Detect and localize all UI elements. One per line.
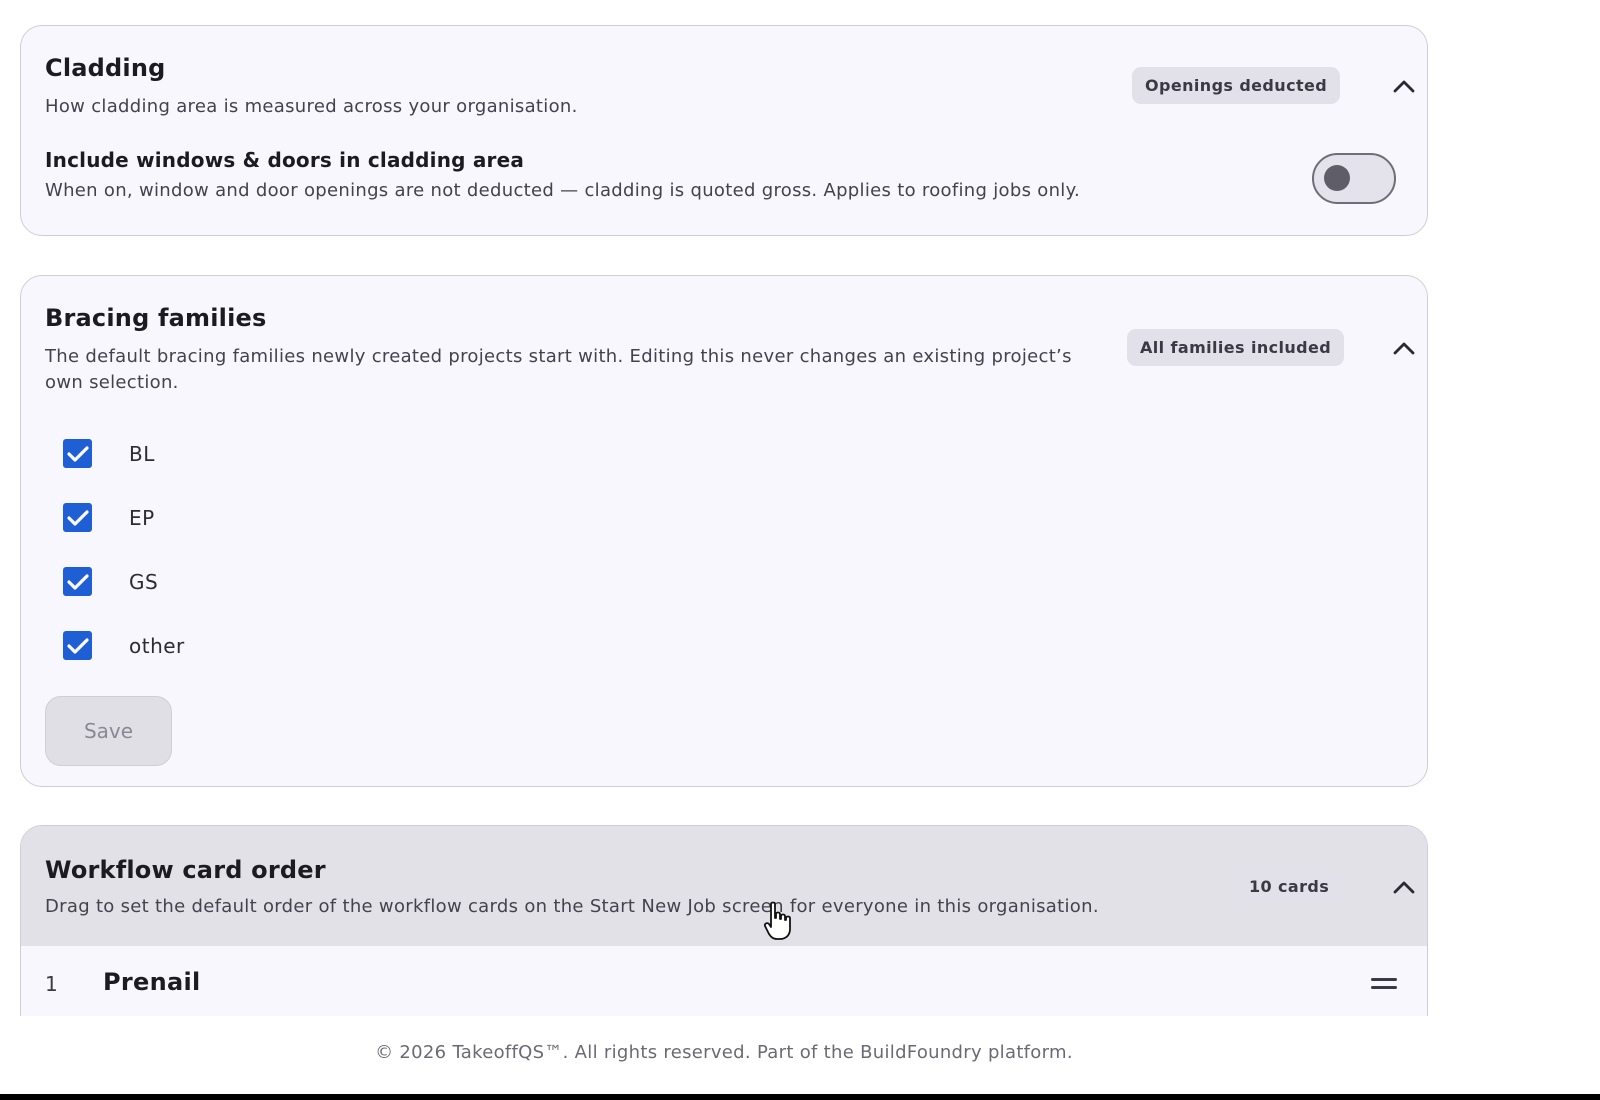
family-label: GS xyxy=(129,569,159,594)
include-openings-label: Include windows & doors in cladding area xyxy=(45,148,525,172)
checkbox-checked-icon[interactable] xyxy=(63,439,92,468)
family-checkbox-gs[interactable]: GS xyxy=(63,567,158,596)
bracing-families-card: Bracing families The default bracing fam… xyxy=(20,275,1428,787)
cladding-header[interactable]: Cladding How cladding area is measured a… xyxy=(21,26,1427,120)
workflow-row[interactable]: 1 Prenail xyxy=(21,946,1427,1026)
bottom-edge-bar xyxy=(0,1094,1600,1100)
bracing-header[interactable]: Bracing families The default bracing fam… xyxy=(21,276,1427,396)
cladding-card: Cladding How cladding area is measured a… xyxy=(20,25,1428,236)
collapse-chevron-up-icon[interactable] xyxy=(1392,74,1416,98)
family-label: BL xyxy=(129,441,155,466)
checkbox-checked-icon[interactable] xyxy=(63,567,92,596)
family-checkbox-bl[interactable]: BL xyxy=(63,439,155,468)
cladding-status-badge: Openings deducted xyxy=(1132,67,1341,104)
collapse-chevron-up-icon[interactable] xyxy=(1392,336,1416,360)
include-openings-toggle[interactable] xyxy=(1312,153,1396,204)
workflow-row-number: 1 xyxy=(45,972,58,996)
hand-pointer-cursor-icon xyxy=(763,901,791,940)
family-label: EP xyxy=(129,505,155,530)
checkbox-checked-icon[interactable] xyxy=(63,503,92,532)
bracing-status-badge: All families included xyxy=(1127,329,1345,366)
collapse-chevron-up-icon[interactable] xyxy=(1392,875,1416,899)
family-label: other xyxy=(129,633,185,658)
family-checkbox-ep[interactable]: EP xyxy=(63,503,155,532)
workflow-description: Drag to set the default order of the wor… xyxy=(45,896,1099,917)
workflow-title: Workflow card order xyxy=(45,856,326,884)
toggle-knob xyxy=(1324,165,1350,191)
drag-handle-icon[interactable] xyxy=(1371,978,1397,992)
save-button[interactable]: Save xyxy=(45,696,172,766)
checkbox-checked-icon[interactable] xyxy=(63,631,92,660)
family-checkbox-other[interactable]: other xyxy=(63,631,185,660)
footer-copyright: © 2026 TakeoffQS™. All rights reserved. … xyxy=(375,1042,1073,1063)
workflow-count-badge: 10 cards xyxy=(1236,868,1343,905)
workflow-header[interactable]: Workflow card order Drag to set the defa… xyxy=(21,826,1427,946)
workflow-row-name: Prenail xyxy=(103,968,201,996)
bracing-title: Bracing families xyxy=(45,304,267,332)
include-openings-description: When on, window and door openings are no… xyxy=(45,180,1080,201)
bracing-description: The default bracing families newly creat… xyxy=(45,346,1072,393)
cladding-setting-row: Include windows & doors in cladding area… xyxy=(45,148,1080,201)
